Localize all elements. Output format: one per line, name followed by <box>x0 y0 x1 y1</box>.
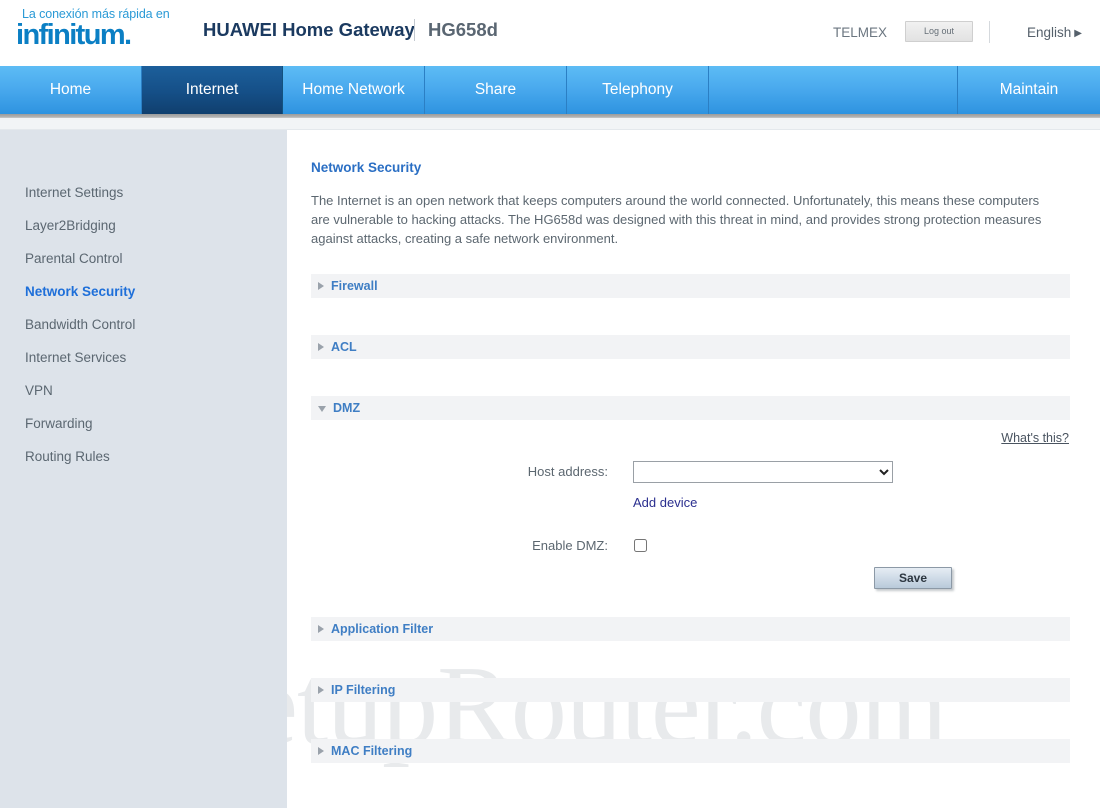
chevron-right-icon: ▶ <box>1074 28 1082 39</box>
chevron-down-icon <box>318 406 326 412</box>
sidebar: Internet Settings Layer2Bridging Parental … <box>0 130 287 808</box>
nav-shadow <box>0 114 1100 118</box>
sidebar-item-internet-services[interactable]: Internet Services <box>0 341 287 374</box>
nav-tab-home-network[interactable]: Home Network <box>283 66 425 114</box>
enable-dmz-label: Enable DMZ: <box>532 538 608 553</box>
chevron-right-icon <box>318 747 324 755</box>
chevron-right-icon <box>318 343 324 351</box>
page-gap-band <box>0 118 1100 130</box>
sidebar-item-network-security[interactable]: Network Security <box>0 275 287 308</box>
content-panel: SetupRouter.com Network Security The Int… <box>287 130 1100 808</box>
section-label-application-filter: Application Filter <box>331 622 434 636</box>
sidebar-item-internet-settings[interactable]: Internet Settings <box>0 176 287 209</box>
product-model: HG658d <box>428 19 498 40</box>
language-selector[interactable]: English ▶ <box>1027 25 1082 40</box>
nav-tab-label: Home Network <box>302 81 405 98</box>
nav-tab-home[interactable]: Home <box>0 66 142 114</box>
page-title: Network Security <box>311 160 422 175</box>
logout-button[interactable]: Log out <box>905 21 973 42</box>
product-title: HUAWEI Home Gateway <box>203 19 415 40</box>
sidebar-item-vpn[interactable]: VPN <box>0 374 287 407</box>
host-address-select[interactable] <box>633 461 893 483</box>
section-label-ip-filtering: IP Filtering <box>331 683 396 697</box>
nav-tab-telephony[interactable]: Telephony <box>567 66 709 114</box>
nav-tab-label: Telephony <box>602 81 673 98</box>
whats-this-row: What's this? <box>311 429 1070 447</box>
sidebar-item-label: Bandwidth Control <box>25 317 136 332</box>
section-header-application-filter[interactable]: Application Filter <box>311 617 1070 641</box>
title-divider <box>414 19 415 41</box>
sidebar-item-bandwidth-control[interactable]: Bandwidth Control <box>0 308 287 341</box>
sidebar-item-label: Internet Settings <box>25 185 124 200</box>
nav-tab-label: Internet <box>185 81 239 98</box>
host-address-label: Host address: <box>527 464 608 479</box>
nav-tab-maintain[interactable]: Maintain <box>958 66 1100 114</box>
section-header-acl[interactable]: ACL <box>311 335 1070 359</box>
section-header-firewall[interactable]: Firewall <box>311 274 1070 298</box>
nav-tab-label: Share <box>474 81 517 98</box>
infinitum-logo: La conexión más rápida en infinitum. <box>16 7 196 50</box>
section-label-firewall: Firewall <box>331 279 378 293</box>
section-label-dmz: DMZ <box>333 401 361 415</box>
sidebar-item-label: Layer2Bridging <box>25 218 116 233</box>
nav-tab-label: Home <box>49 81 92 98</box>
chevron-right-icon <box>318 282 324 290</box>
sidebar-item-layer2bridging[interactable]: Layer2Bridging <box>0 209 287 242</box>
add-device-link[interactable]: Add device <box>633 495 697 510</box>
language-label: English <box>1027 25 1072 40</box>
nav-tab-internet[interactable]: Internet <box>142 66 283 114</box>
nav-tab-label: Maintain <box>999 81 1059 98</box>
account-name: TELMEX <box>832 25 887 40</box>
section-label-mac-filtering: MAC Filtering <box>331 744 413 758</box>
page-header: La conexión más rápida en infinitum. HUA… <box>0 0 1100 66</box>
save-button[interactable]: Save <box>874 567 952 589</box>
whats-this-link[interactable]: What's this? <box>1001 431 1069 445</box>
main-navigation: Home Internet Home Network Share Telephony Ma… <box>0 66 1100 118</box>
host-address-row: Host address: Add device <box>311 461 1070 512</box>
language-divider <box>989 21 990 43</box>
sidebar-item-forwarding[interactable]: Forwarding <box>0 407 287 440</box>
enable-dmz-row: Enable DMZ: <box>311 535 1070 557</box>
sidebar-item-routing-rules[interactable]: Routing Rules <box>0 440 287 473</box>
chevron-right-icon <box>318 625 324 633</box>
sidebar-item-label: VPN <box>25 383 53 398</box>
section-label-acl: ACL <box>331 340 357 354</box>
chevron-right-icon <box>318 686 324 694</box>
sidebar-item-label: Internet Services <box>25 350 127 365</box>
dmz-panel: What's this? Host address: Add device En… <box>311 429 1070 589</box>
page-description: The Internet is an open network that kee… <box>311 193 1042 246</box>
section-header-ip-filtering[interactable]: IP Filtering <box>311 678 1070 702</box>
section-header-dmz[interactable]: DMZ <box>311 396 1070 420</box>
logo-wordmark: infinitum. <box>16 19 132 51</box>
nav-tab-share[interactable]: Share <box>425 66 567 114</box>
page-body: Internet Settings Layer2Bridging Parental … <box>0 130 1100 808</box>
sidebar-item-label: Routing Rules <box>25 449 110 464</box>
sidebar-item-label: Parental Control <box>25 251 123 266</box>
section-header-mac-filtering[interactable]: MAC Filtering <box>311 739 1070 763</box>
save-row: Save <box>311 567 1070 589</box>
nav-tab-empty <box>709 66 958 114</box>
enable-dmz-checkbox[interactable] <box>634 539 647 552</box>
sidebar-item-label: Network Security <box>25 284 136 299</box>
sidebar-item-parental-control[interactable]: Parental Control <box>0 242 287 275</box>
sidebar-item-label: Forwarding <box>25 416 93 431</box>
